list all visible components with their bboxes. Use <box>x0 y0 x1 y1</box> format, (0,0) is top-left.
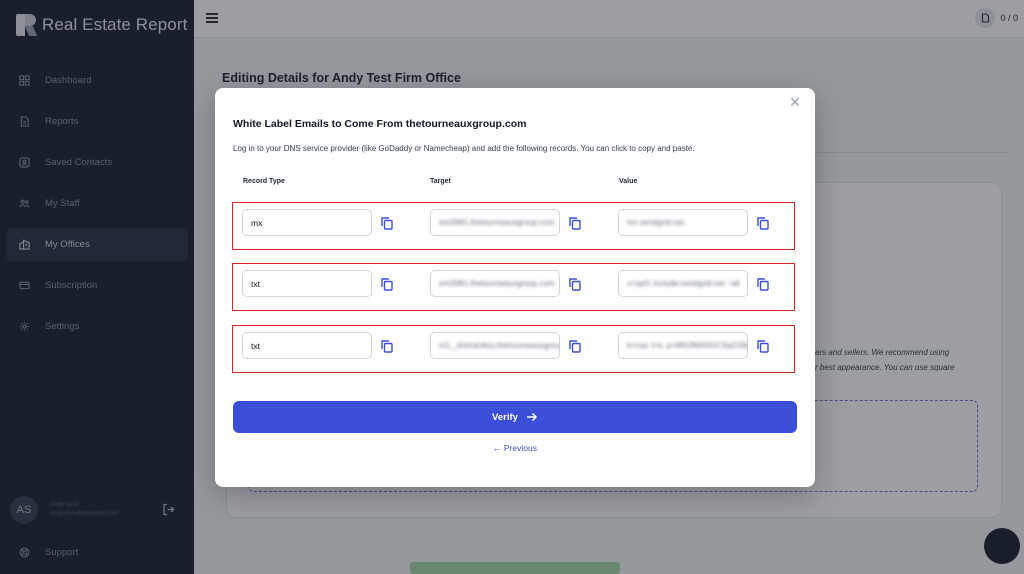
copy-icon[interactable] <box>380 277 394 291</box>
previous-link[interactable]: ← Previous <box>215 443 815 453</box>
target-field[interactable]: em3981.thetourneauxgroup.com <box>430 270 560 297</box>
white-label-dns-modal: ✕ White Label Emails to Come From thetou… <box>215 88 815 487</box>
copy-icon[interactable] <box>380 339 394 353</box>
copy-icon[interactable] <box>568 277 582 291</box>
copy-icon[interactable] <box>756 216 770 230</box>
column-header-target: Target <box>430 178 451 185</box>
close-icon[interactable]: ✕ <box>789 95 801 109</box>
value-field[interactable]: k=rsa; t=s; p=MIGfMA0GCSqGSIb3DQEBAQUAA4… <box>618 332 748 359</box>
copy-icon[interactable] <box>568 339 582 353</box>
dns-record-row: mx em3981.thetourneauxgroup.com mx.sendg… <box>232 202 795 250</box>
verify-button-label: Verify <box>492 411 518 423</box>
target-field[interactable]: m1._domainkey.thetourneauxgroup.com <box>430 332 560 359</box>
record-type-field[interactable]: txt <box>242 270 372 297</box>
copy-icon[interactable] <box>380 216 394 230</box>
column-header-value: Value <box>619 178 638 185</box>
column-header-record-type: Record Type <box>243 178 285 185</box>
modal-description: Log in to your DNS service provider (lik… <box>233 144 695 153</box>
copy-icon[interactable] <box>756 339 770 353</box>
verify-button[interactable]: Verify <box>233 401 797 433</box>
target-field[interactable]: em3981.thetourneauxgroup.com <box>430 209 560 236</box>
record-type-field[interactable]: txt <box>242 332 372 359</box>
modal-title: White Label Emails to Come From thetourn… <box>233 118 527 130</box>
value-field[interactable]: v=spf1 include:sendgrid.net ~all <box>618 270 748 297</box>
value-field[interactable]: mx.sendgrid.net. <box>618 209 748 236</box>
record-type-field[interactable]: mx <box>242 209 372 236</box>
dns-record-row: txt m1._domainkey.thetourneauxgroup.com … <box>232 325 795 373</box>
dns-record-row: txt em3981.thetourneauxgroup.com v=spf1 … <box>232 263 795 311</box>
arrow-right-icon <box>526 412 537 422</box>
copy-icon[interactable] <box>756 277 770 291</box>
copy-icon[interactable] <box>568 216 582 230</box>
